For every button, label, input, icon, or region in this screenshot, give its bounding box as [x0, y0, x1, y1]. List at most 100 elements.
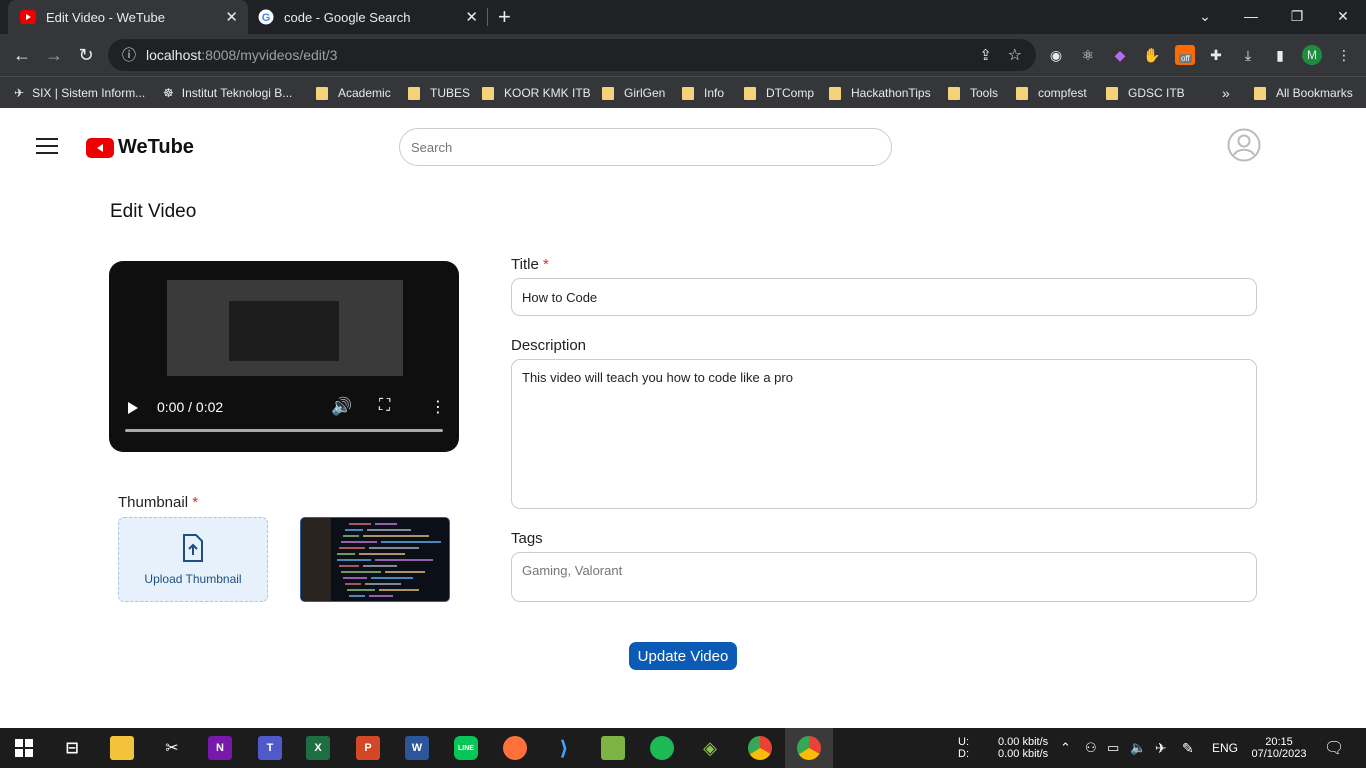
volume-icon[interactable]: 🔊 [331, 397, 352, 417]
site-info-icon[interactable]: ⓘ [122, 45, 136, 65]
title-label-text: Title [511, 256, 539, 273]
close-tab-icon[interactable]: ✕ [225, 8, 238, 26]
bookmark-hackathontips[interactable]: HackathonTips [829, 83, 931, 103]
pen-icon[interactable]: ✎ [1182, 728, 1194, 768]
video-player[interactable]: 0:00 / 0:02 🔊 ⛶ ⋮ [109, 261, 459, 452]
bookmark-label: DTComp [766, 86, 815, 100]
play-icon[interactable] [127, 401, 139, 418]
close-tab-icon[interactable]: ✕ [465, 8, 478, 26]
address-bar[interactable]: ⓘ localhost:8008/myvideos/edit/3 ⇪ ☆ [108, 39, 1036, 71]
layers-app-icon[interactable]: ◈ [698, 736, 722, 760]
tab-search-icon[interactable]: ⌄ [1182, 0, 1228, 32]
bookmark-gdsc-itb[interactable]: GDSC ITB [1106, 83, 1185, 103]
profile-avatar[interactable]: M [1302, 45, 1322, 65]
menu-kebab-icon[interactable]: ⋮ [1334, 45, 1354, 65]
firefox-icon[interactable] [503, 736, 527, 760]
language-indicator[interactable]: ENG [1212, 728, 1238, 768]
thumbnail-label: Thumbnail * [118, 494, 198, 511]
upload-label: U: [958, 736, 969, 748]
hamburger-menu-icon[interactable] [36, 138, 58, 154]
all-bookmarks[interactable]: All Bookmarks [1254, 83, 1353, 103]
battery-icon[interactable]: ▭ [1107, 728, 1119, 768]
user-avatar-icon[interactable] [1227, 128, 1261, 162]
browser-toolbar: ← → ↻ ⓘ localhost:8008/myvideos/edit/3 ⇪… [0, 34, 1366, 76]
bookmark-label: GirlGen [624, 86, 666, 100]
wetube-favicon-icon [20, 9, 36, 25]
vscode-icon[interactable]: ⟩ [552, 736, 576, 760]
close-window-icon[interactable]: ✕ [1320, 0, 1366, 32]
title-input[interactable] [511, 278, 1257, 316]
bookmark-six[interactable]: ✈ SIX | Sistem Inform... [14, 83, 145, 103]
spy-extension-icon[interactable]: ◉ [1046, 45, 1066, 65]
search-input[interactable] [399, 128, 892, 166]
bookmark-tools[interactable]: Tools [948, 83, 998, 103]
onenote-icon[interactable]: N [208, 736, 232, 760]
tab-divider [487, 8, 488, 26]
chrome-icon[interactable] [748, 736, 772, 760]
tab-google-search[interactable]: G code - Google Search ✕ [250, 0, 488, 34]
bookmark-dtcomp[interactable]: DTComp [744, 83, 814, 103]
back-icon[interactable]: ← [10, 43, 34, 67]
download-icon[interactable]: ⤓ [1238, 45, 1258, 65]
bookmark-koor-kmk-itb[interactable]: KOOR KMK ITB [482, 83, 591, 103]
bookmark-itb[interactable]: ☸ Institut Teknologi B... [163, 83, 292, 103]
bookmark-label: compfest [1038, 86, 1087, 100]
shape-extension-icon[interactable]: ◆ [1110, 45, 1130, 65]
reload-icon[interactable]: ↻ [74, 43, 98, 67]
restore-icon[interactable]: ❐ [1274, 0, 1320, 32]
side-panel-icon[interactable]: ▮ [1270, 45, 1290, 65]
speaker-icon[interactable]: 🔈 [1130, 728, 1146, 768]
bookmark-star-icon[interactable]: ☆ [1008, 45, 1022, 65]
bookmark-tubes[interactable]: TUBES [408, 83, 470, 103]
notification-icon[interactable]: 🗨 [1324, 728, 1344, 768]
word-icon[interactable]: W [405, 736, 429, 760]
adblock-icon[interactable]: ✋ [1142, 45, 1162, 65]
forward-icon[interactable]: → [42, 43, 66, 67]
off-extension-icon[interactable]: off [1175, 45, 1195, 65]
wetube-play-icon [86, 137, 114, 158]
chrome-active-icon[interactable] [797, 736, 821, 760]
task-view-icon[interactable]: ⊟ [60, 736, 84, 760]
new-tab-icon[interactable]: + [498, 4, 511, 30]
spotify-icon[interactable] [650, 736, 674, 760]
airplane-mode-icon[interactable]: ✈ [1155, 728, 1167, 768]
bookmark-girlgen[interactable]: GirlGen [602, 83, 665, 103]
extensions-puzzle-icon[interactable]: ✚ [1206, 45, 1226, 65]
bookmark-label: Info [704, 86, 725, 100]
clock[interactable]: 20:15 07/10/2023 [1248, 728, 1310, 768]
six-logo-icon: ✈ [14, 86, 25, 100]
wetube-logo[interactable]: WeTube [86, 136, 194, 159]
bookmark-academic[interactable]: Academic [316, 83, 391, 103]
tags-input[interactable] [511, 552, 1257, 602]
tab-edit-video[interactable]: Edit Video - WeTube ✕ [8, 0, 248, 34]
clock-time: 20:15 [1265, 736, 1293, 748]
bookmark-info[interactable]: Info [682, 83, 724, 103]
file-explorer-icon[interactable] [110, 736, 134, 760]
bookmarks-overflow-icon[interactable]: » [1222, 83, 1230, 103]
thumbnail-label-text: Thumbnail [118, 494, 189, 511]
powerpoint-icon[interactable]: P [356, 736, 380, 760]
react-devtools-icon[interactable]: ⚛ [1078, 45, 1098, 65]
bookmark-compfest[interactable]: compfest [1016, 83, 1087, 103]
update-video-button[interactable]: Update Video [629, 642, 737, 670]
windows-start-icon[interactable] [12, 736, 36, 760]
tab-strip: Edit Video - WeTube ✕ G code - Google Se… [0, 0, 1366, 34]
fullscreen-icon[interactable]: ⛶ [379, 397, 390, 415]
description-textarea[interactable]: This video will teach you how to code li… [511, 359, 1257, 509]
url-host: localhost [146, 47, 202, 63]
page-content: WeTube Edit Video 0:00 / 0:02 🔊 ⛶ ⋮ Thum… [0, 108, 1366, 728]
folder-icon [1254, 86, 1266, 100]
upload-thumbnail-button[interactable]: Upload Thumbnail [118, 517, 268, 602]
folder-icon [829, 86, 841, 100]
teams-icon[interactable]: T [258, 736, 282, 760]
device-icon[interactable]: ⚇ [1085, 728, 1097, 768]
android-studio-icon[interactable] [601, 736, 625, 760]
share-icon[interactable]: ⇪ [979, 46, 992, 64]
tray-overflow-icon[interactable]: ⌃ [1060, 728, 1071, 768]
video-progress-bar[interactable] [125, 429, 443, 432]
snipping-tool-icon[interactable]: ✂ [160, 736, 184, 760]
excel-icon[interactable]: X [306, 736, 330, 760]
minimize-icon[interactable]: — [1228, 0, 1274, 32]
more-options-icon[interactable]: ⋮ [430, 397, 446, 417]
line-icon[interactable]: LINE [454, 736, 478, 760]
